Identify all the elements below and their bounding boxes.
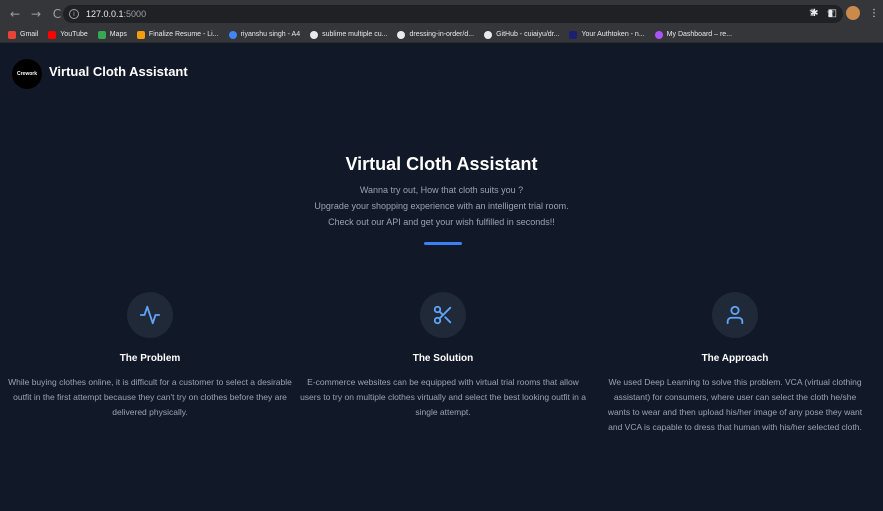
bookmark-item[interactable]: YouTube	[48, 30, 88, 39]
hero-description: Upgrade your shopping experience with an…	[314, 201, 569, 211]
feature-text: While buying clothes online, it is diffi…	[8, 377, 292, 417]
hero-title: Virtual Cloth Assistant	[345, 154, 538, 174]
maps-icon	[97, 30, 106, 39]
feature-text: E-commerce websites can be equipped with…	[300, 377, 586, 417]
site-info-icon[interactable]: i	[69, 9, 79, 19]
scissors-icon	[420, 292, 466, 338]
browser-toolbar: ← → C i 127.0.0.1:5000 ⇪ ☆ ✱ ◧ ⋮	[0, 0, 883, 27]
site-favicon-icon	[228, 30, 237, 39]
hero-tagline: Wanna try out, How that cloth suits you …	[359, 185, 524, 195]
bookmarks-bar: Gmail YouTube Maps Finalize Resume - Li.…	[0, 27, 883, 43]
brand-logo[interactable]: Crework	[12, 59, 42, 89]
menu-kebab-icon[interactable]: ⋮	[869, 8, 879, 19]
dashboard-favicon-icon	[654, 30, 663, 39]
feature-title: The Problem	[119, 353, 181, 364]
bookmark-item[interactable]: Maps	[97, 30, 127, 39]
brand-title[interactable]: Virtual Cloth Assistant	[49, 64, 188, 79]
feature-title: The Solution	[412, 353, 474, 364]
feature-text: We used Deep Learning to solve this prob…	[607, 377, 863, 432]
bookmark-item[interactable]: riyanshu singh - A4	[228, 30, 300, 39]
address-bar[interactable]: i 127.0.0.1:5000 ⇪ ☆	[63, 5, 843, 23]
extensions-icon[interactable]: ✱	[810, 8, 818, 19]
hero-cta-text: Check out our API and get your wish fulf…	[328, 217, 555, 227]
back-icon[interactable]: ←	[6, 7, 24, 21]
url-text: 127.0.0.1:5000	[86, 9, 147, 19]
ngrok-icon	[569, 30, 578, 39]
activity-icon	[127, 292, 173, 338]
bookmark-item[interactable]: sublime multiple cu...	[310, 30, 387, 39]
profile-avatar-icon[interactable]	[846, 6, 860, 20]
feature-problem: The Problem While buying clothes online,…	[5, 292, 295, 420]
bookmark-item[interactable]: Your Authtoken - n...	[569, 30, 645, 39]
feature-solution: The Solution E-commerce websites can be …	[298, 292, 588, 420]
forward-icon[interactable]: →	[27, 7, 45, 21]
github-icon	[397, 30, 406, 39]
youtube-icon	[48, 30, 57, 39]
google-favicon-icon	[310, 30, 319, 39]
github-icon	[484, 30, 493, 39]
gmail-icon	[8, 30, 16, 39]
page-content: Crework Virtual Cloth Assistant Virtual …	[0, 44, 883, 511]
bookmark-item[interactable]: dressing-in-order/d...	[397, 30, 474, 39]
bookmark-item[interactable]: My Dashboard – re...	[654, 30, 732, 39]
user-icon	[712, 292, 758, 338]
chart-favicon-icon	[136, 30, 145, 39]
hero-divider	[424, 242, 462, 245]
feature-title: The Approach	[701, 353, 769, 364]
side-panel-icon[interactable]: ◧	[828, 8, 837, 19]
feature-approach: The Approach We used Deep Learning to so…	[590, 292, 880, 435]
bookmark-item[interactable]: GitHub - cuiaiyu/dr...	[484, 30, 559, 39]
bookmark-item[interactable]: Gmail	[8, 30, 38, 39]
bookmark-item[interactable]: Finalize Resume - Li...	[136, 30, 219, 39]
